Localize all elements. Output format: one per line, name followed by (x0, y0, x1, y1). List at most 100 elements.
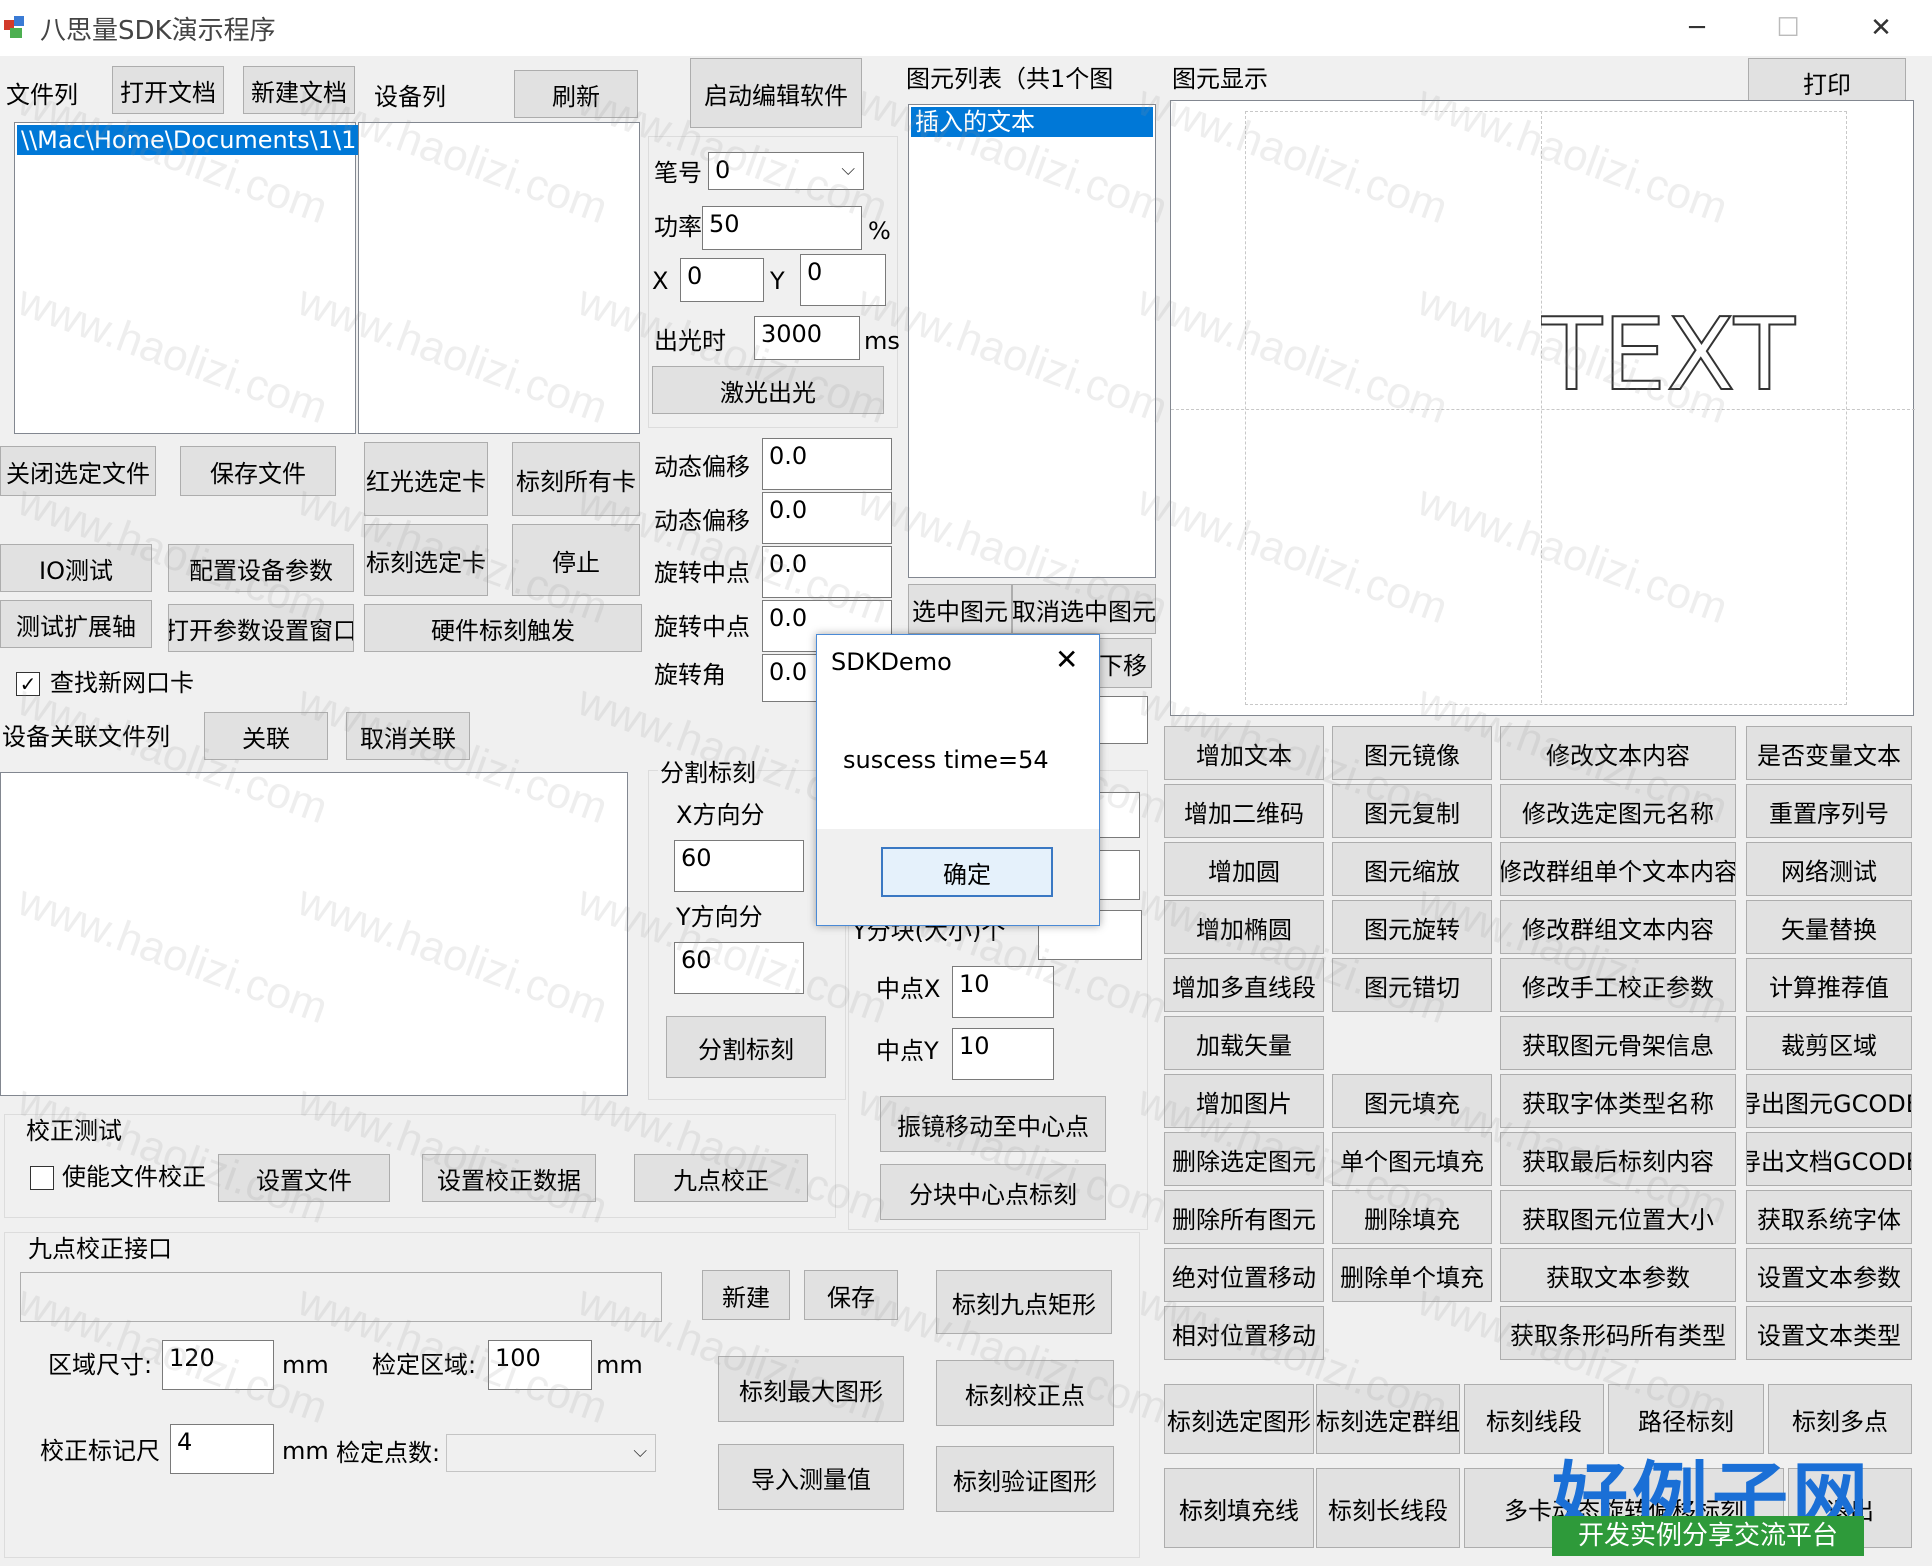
rot-center-input-1[interactable]: 0.0 (762, 546, 892, 598)
nine-point-path-field[interactable] (20, 1272, 662, 1322)
col3-button-2[interactable]: 修改群组单个文本内容 (1500, 842, 1736, 896)
mark-max-figure-button[interactable]: 标刻最大图形 (718, 1356, 904, 1422)
element-preview-canvas[interactable]: TEXT (1170, 100, 1915, 716)
print-button[interactable]: 打印 (1748, 58, 1906, 106)
new-doc-button[interactable]: 新建文档 (243, 66, 355, 114)
calib-mark-size-input[interactable]: 4 (170, 1424, 274, 1474)
col4-button-10[interactable]: 设置文本类型 (1746, 1306, 1912, 1360)
col1-button-8[interactable]: 删除所有图元 (1164, 1190, 1324, 1244)
start-editor-button[interactable]: 启动编辑软件 (690, 58, 862, 128)
save-calib-button[interactable]: 保存 (804, 1270, 898, 1320)
open-param-window-button[interactable]: 打开参数设置窗口 (168, 604, 354, 652)
col3-button-9[interactable]: 获取文本参数 (1500, 1248, 1736, 1302)
col3-button-1[interactable]: 修改选定图元名称 (1500, 784, 1736, 838)
element-list-item[interactable]: 插入的文本 (911, 107, 1153, 137)
element-list[interactable]: 插入的文本 (908, 104, 1156, 578)
hardware-mark-trigger-button[interactable]: 硬件标刻触发 (364, 604, 642, 652)
deselect-element-button[interactable]: 取消选中图元 (1012, 584, 1156, 634)
center-y-input[interactable]: 10 (952, 1028, 1054, 1080)
area-size-input[interactable]: 120 (162, 1340, 274, 1390)
col3-button-3[interactable]: 修改群组文本内容 (1500, 900, 1736, 954)
mark-row1-button-0[interactable]: 标刻选定图形 (1164, 1384, 1314, 1454)
set-file-button[interactable]: 设置文件 (218, 1154, 390, 1202)
y-dir-input[interactable]: 60 (674, 942, 804, 994)
ok-button[interactable]: 确定 (881, 847, 1053, 897)
col2-button-3[interactable]: 图元旋转 (1332, 900, 1492, 954)
col2-button-5[interactable]: 图元填充 (1332, 1074, 1492, 1128)
center-x-input[interactable]: 10 (952, 966, 1054, 1018)
x-input[interactable]: 0 (680, 258, 764, 302)
col1-button-0[interactable]: 增加文本 (1164, 726, 1324, 780)
close-window-button[interactable]: ✕ (1838, 0, 1924, 56)
mark-verify-figure-button[interactable]: 标刻验证图形 (936, 1446, 1114, 1512)
block-center-mark-button[interactable]: 分块中心点标刻 (880, 1164, 1106, 1220)
dyn-offset-input-1[interactable]: 0.0 (762, 438, 892, 490)
associate-button[interactable]: 关联 (204, 712, 328, 760)
check-points-select[interactable]: ⌵ (446, 1434, 656, 1472)
col2-button-8[interactable]: 删除单个填充 (1332, 1248, 1492, 1302)
col2-button-6[interactable]: 单个图元填充 (1332, 1132, 1492, 1186)
power-input[interactable]: 50 (702, 206, 862, 250)
col1-button-4[interactable]: 增加多直线段 (1164, 958, 1324, 1012)
col3-button-10[interactable]: 获取条形码所有类型 (1500, 1306, 1736, 1360)
col2-button-1[interactable]: 图元复制 (1332, 784, 1492, 838)
col1-button-3[interactable]: 增加椭圆 (1164, 900, 1324, 954)
out-time-input[interactable]: 3000 (754, 316, 860, 360)
col3-button-0[interactable]: 修改文本内容 (1500, 726, 1736, 780)
minimize-button[interactable]: ─ (1654, 0, 1740, 56)
col1-button-2[interactable]: 增加圆 (1164, 842, 1324, 896)
col1-button-6[interactable]: 增加图片 (1164, 1074, 1324, 1128)
col3-button-7[interactable]: 获取最后标刻内容 (1500, 1132, 1736, 1186)
y-input[interactable]: 0 (800, 254, 886, 306)
col1-button-7[interactable]: 删除选定图元 (1164, 1132, 1324, 1186)
col2-button-4[interactable]: 图元错切 (1332, 958, 1492, 1012)
laser-out-button[interactable]: 激光出光 (652, 366, 884, 414)
col2-button-2[interactable]: 图元缩放 (1332, 842, 1492, 896)
dialog-close-button[interactable]: ✕ (1055, 645, 1078, 675)
col2-button-0[interactable]: 图元镜像 (1332, 726, 1492, 780)
set-calib-data-button[interactable]: 设置校正数据 (422, 1154, 596, 1202)
refresh-button[interactable]: 刷新 (514, 70, 638, 118)
x-dir-input[interactable]: 60 (674, 840, 804, 892)
col4-button-4[interactable]: 计算推荐值 (1746, 958, 1912, 1012)
col1-button-5[interactable]: 加载矢量 (1164, 1016, 1324, 1070)
close-selected-file-button[interactable]: 关闭选定文件 (0, 446, 156, 496)
mark-row2-button-1[interactable]: 标刻长线段 (1316, 1468, 1460, 1548)
select-element-button[interactable]: 选中图元 (908, 584, 1012, 634)
import-measured-button[interactable]: 导入测量值 (718, 1444, 904, 1510)
io-test-button[interactable]: IO测试 (0, 544, 152, 592)
col4-button-9[interactable]: 设置文本参数 (1746, 1248, 1912, 1302)
nine-point-calib-button[interactable]: 九点校正 (634, 1154, 808, 1202)
new-calib-button[interactable]: 新建 (702, 1270, 790, 1320)
mark-row1-button-1[interactable]: 标刻选定群组 (1316, 1384, 1460, 1454)
col4-button-5[interactable]: 裁剪区域 (1746, 1016, 1912, 1070)
check-area-input[interactable]: 100 (488, 1340, 592, 1390)
col1-button-10[interactable]: 相对位置移动 (1164, 1306, 1324, 1360)
col3-button-4[interactable]: 修改手工校正参数 (1500, 958, 1736, 1012)
device-assoc-file-list[interactable] (0, 772, 628, 1096)
pen-select[interactable]: 0 ⌵ (708, 152, 864, 190)
config-device-params-button[interactable]: 配置设备参数 (168, 544, 354, 592)
col4-button-1[interactable]: 重置序列号 (1746, 784, 1912, 838)
split-mark-button[interactable]: 分割标刻 (666, 1016, 826, 1078)
maximize-button[interactable]: ☐ (1745, 0, 1831, 56)
col3-button-6[interactable]: 获取字体类型名称 (1500, 1074, 1736, 1128)
mark-calib-points-button[interactable]: 标刻校正点 (936, 1360, 1114, 1426)
enable-file-calib-checkbox[interactable] (30, 1166, 54, 1190)
col4-button-3[interactable]: 矢量替换 (1746, 900, 1912, 954)
file-list-item[interactable]: \\Mac\Home\Documents\1\111 (17, 125, 391, 155)
col4-button-2[interactable]: 网络测试 (1746, 842, 1912, 896)
test-ext-axis-button[interactable]: 测试扩展轴 (0, 600, 152, 648)
col1-button-1[interactable]: 增加二维码 (1164, 784, 1324, 838)
mark-selected-card-button[interactable]: 标刻选定卡 (364, 524, 488, 596)
stop-button[interactable]: 停止 (512, 524, 640, 596)
device-list[interactable] (358, 122, 640, 434)
mark-row2-button-0[interactable]: 标刻填充线 (1164, 1468, 1314, 1548)
open-doc-button[interactable]: 打开文档 (112, 66, 224, 114)
red-light-selected-card-button[interactable]: 红光选定卡 (364, 442, 488, 516)
galvo-to-center-button[interactable]: 振镜移动至中心点 (880, 1096, 1106, 1152)
file-list[interactable]: \\Mac\Home\Documents\1\111 (14, 122, 391, 434)
col1-button-9[interactable]: 绝对位置移动 (1164, 1248, 1324, 1302)
col3-button-8[interactable]: 获取图元位置大小 (1500, 1190, 1736, 1244)
col4-button-0[interactable]: 是否变量文本 (1746, 726, 1912, 780)
